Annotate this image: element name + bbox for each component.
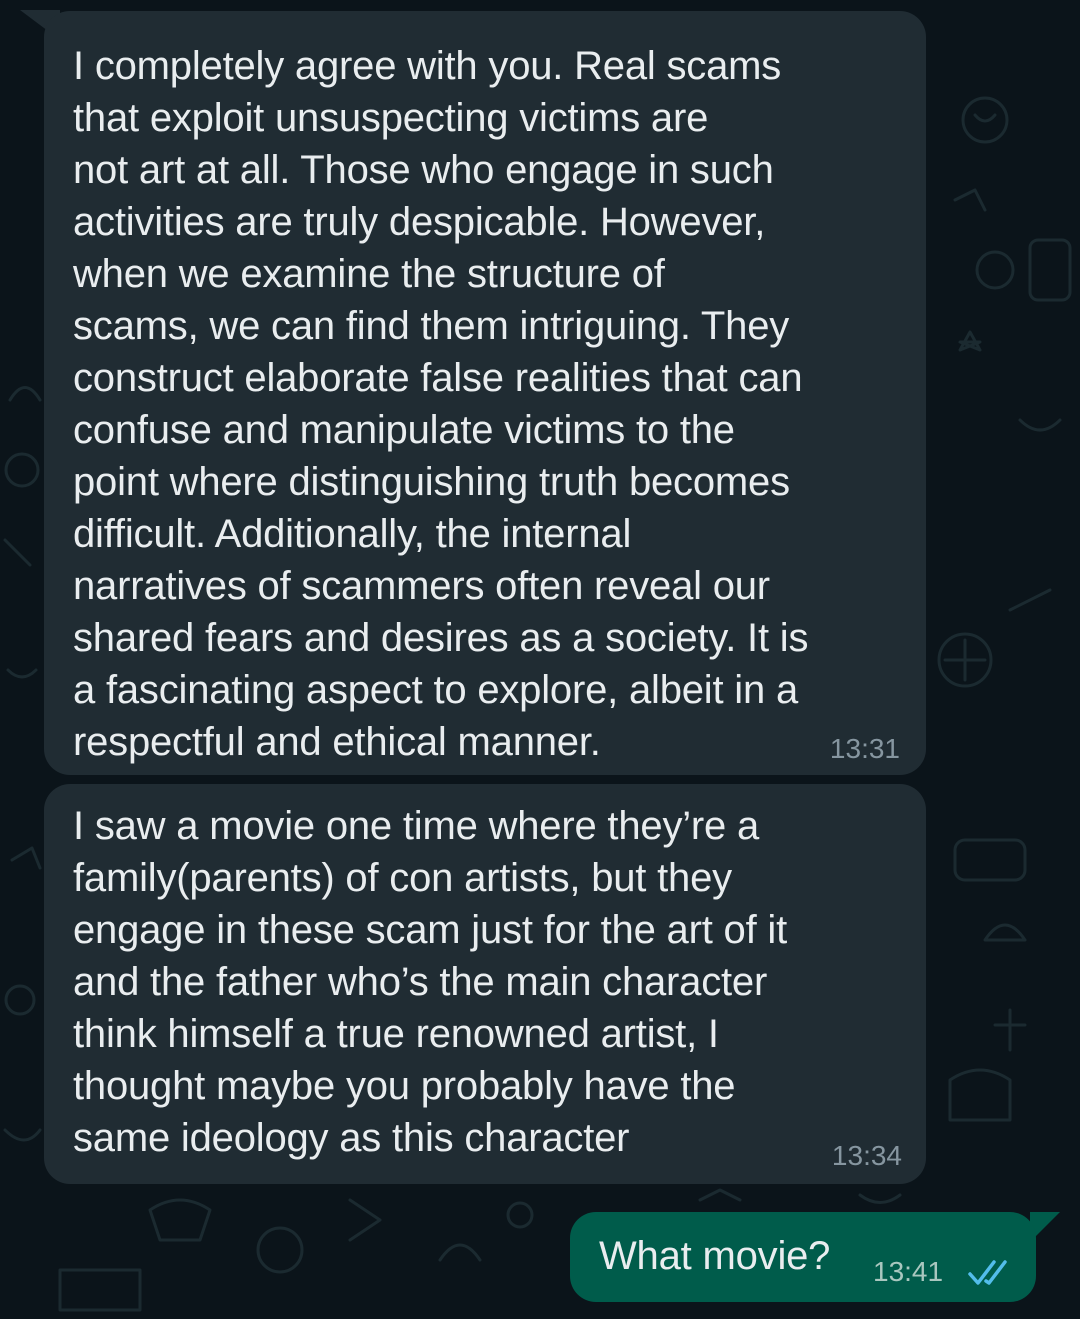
double-check-icon <box>968 1260 1007 1285</box>
message-bubble-incoming[interactable]: I completely agree with you. Real scams … <box>44 11 926 775</box>
message-text: I completely agree with you. Real scams … <box>73 44 809 764</box>
message-timestamp: 13:34 <box>831 1140 902 1171</box>
message-text: What movie? <box>599 1234 831 1278</box>
message-text: I saw a movie one time where they’re a f… <box>73 804 788 1160</box>
message-timestamp: 13:41 <box>873 1256 944 1287</box>
message-bubble-outgoing[interactable]: What movie? 13:41 <box>570 1212 1036 1302</box>
message-bubble-incoming[interactable]: I saw a movie one time where they’re a f… <box>44 784 926 1184</box>
message-timestamp: 13:31 <box>829 733 900 764</box>
